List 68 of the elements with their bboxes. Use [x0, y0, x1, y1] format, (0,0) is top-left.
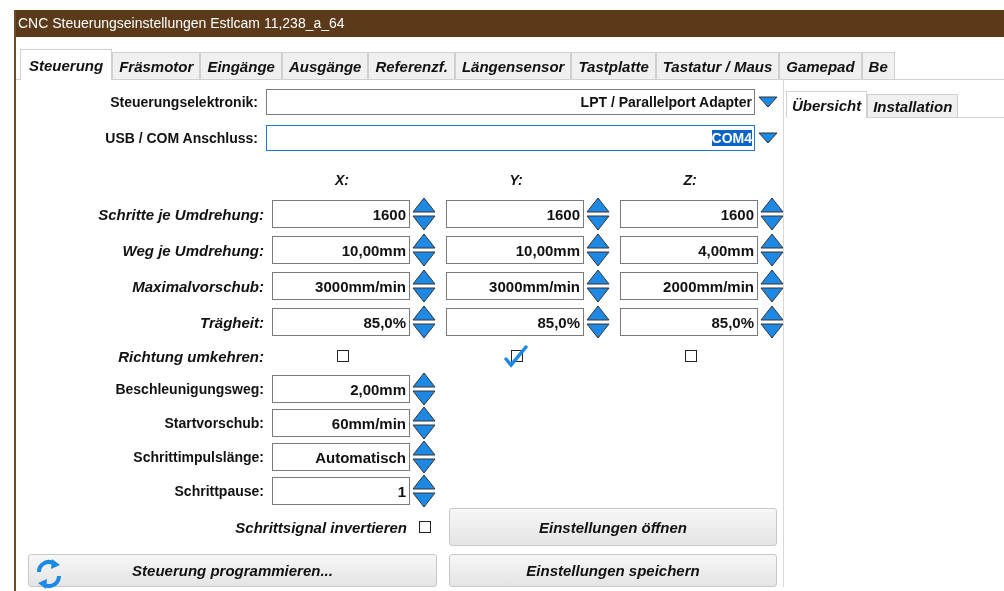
tab[interactable]: Längensensor: [454, 52, 572, 79]
number-field[interactable]: 1: [272, 477, 410, 505]
number-field[interactable]: 85,0%: [272, 308, 410, 336]
number-field[interactable]: Automatisch: [272, 443, 410, 471]
number-field[interactable]: 4,00mm: [620, 236, 758, 264]
number-field[interactable]: 10,00mm: [272, 236, 410, 264]
tab[interactable]: Installation: [867, 94, 959, 117]
spinner-arrows-icon[interactable]: [412, 233, 436, 267]
spinner-arrows-icon[interactable]: [412, 474, 436, 508]
field-label: Schrittpause:: [173, 483, 264, 499]
spinner-arrows-icon[interactable]: [412, 305, 436, 339]
field-label: Startvorschub:: [163, 415, 264, 431]
tab[interactable]: Be: [861, 52, 895, 79]
number-field[interactable]: 85,0%: [620, 308, 758, 336]
caret-icon[interactable]: [758, 96, 778, 108]
spinner-arrows-icon[interactable]: [412, 440, 436, 474]
tab[interactable]: Tastatur / Maus: [655, 52, 780, 79]
spinner-arrows-icon[interactable]: [760, 269, 784, 303]
number-field[interactable]: 1600: [446, 200, 584, 228]
checkbox-label: Schrittsignal invertieren: [235, 518, 407, 536]
number-field[interactable]: 1600: [272, 200, 410, 228]
save-settings-button[interactable]: Einstellungen speichern: [449, 554, 777, 587]
open-settings-button[interactable]: Einstellungen öffnen: [449, 508, 777, 546]
tab[interactable]: Gamepad: [779, 52, 862, 79]
axis-header: Z:: [682, 172, 698, 188]
window-title: CNC Steuerungseinstellungen Estlcam 11,238_a_64: [16, 10, 1004, 37]
field-label: Maximalvorschub:: [131, 277, 264, 295]
number-field[interactable]: 3000mm/min: [272, 272, 410, 300]
spinner-arrows-icon[interactable]: [412, 197, 436, 231]
tab[interactable]: Ausgänge: [281, 52, 369, 79]
number-field[interactable]: 2000mm/min: [620, 272, 758, 300]
axis-header: Y:: [508, 172, 524, 188]
field-label: Beschleunigungsweg:: [114, 381, 264, 397]
spinner-arrows-icon[interactable]: [412, 406, 436, 440]
program-button[interactable]: Steuerung programmieren...: [28, 554, 437, 587]
field-label: Richtung umkehren:: [117, 347, 264, 365]
spinner-arrows-icon[interactable]: [586, 197, 610, 231]
tab[interactable]: Tastplatte: [571, 52, 656, 79]
spinner-arrows-icon[interactable]: [760, 197, 784, 231]
dropdown[interactable]: COM4: [266, 125, 755, 151]
field-label: Steuerungselektronik:: [109, 94, 258, 110]
dropdown[interactable]: LPT / Parallelport Adapter: [266, 89, 755, 115]
tab[interactable]: Eingänge: [200, 52, 282, 79]
number-field[interactable]: 10,00mm: [446, 236, 584, 264]
number-field[interactable]: 3000mm/min: [446, 272, 584, 300]
checkbox[interactable]: [503, 344, 529, 368]
spinner-arrows-icon[interactable]: [760, 305, 784, 339]
tab[interactable]: Steuerung: [20, 49, 113, 80]
field-label: Weg je Umdrehung:: [121, 241, 264, 259]
spinner-arrows-icon[interactable]: [586, 305, 610, 339]
field-label: Schrittimpulslänge:: [132, 449, 264, 465]
number-field[interactable]: 60mm/min: [272, 409, 410, 437]
tab[interactable]: Fräsmotor: [112, 52, 201, 79]
field-label: Trägheit:: [199, 313, 264, 331]
spinner-arrows-icon[interactable]: [760, 233, 784, 267]
number-field[interactable]: 1600: [620, 200, 758, 228]
spinner-arrows-icon[interactable]: [586, 269, 610, 303]
field-label: Schritte je Umdrehung:: [97, 205, 264, 223]
tab[interactable]: Übersicht: [786, 91, 868, 118]
number-field[interactable]: 85,0%: [446, 308, 584, 336]
field-label: USB / COM Anschluss:: [104, 130, 258, 146]
caret-icon[interactable]: [758, 132, 778, 144]
spinner-arrows-icon[interactable]: [412, 372, 436, 406]
tab[interactable]: Referenzf.: [368, 52, 455, 79]
spinner-arrows-icon[interactable]: [412, 269, 436, 303]
spinner-arrows-icon[interactable]: [586, 233, 610, 267]
number-field[interactable]: 2,00mm: [272, 375, 410, 403]
axis-header: X:: [333, 172, 350, 188]
